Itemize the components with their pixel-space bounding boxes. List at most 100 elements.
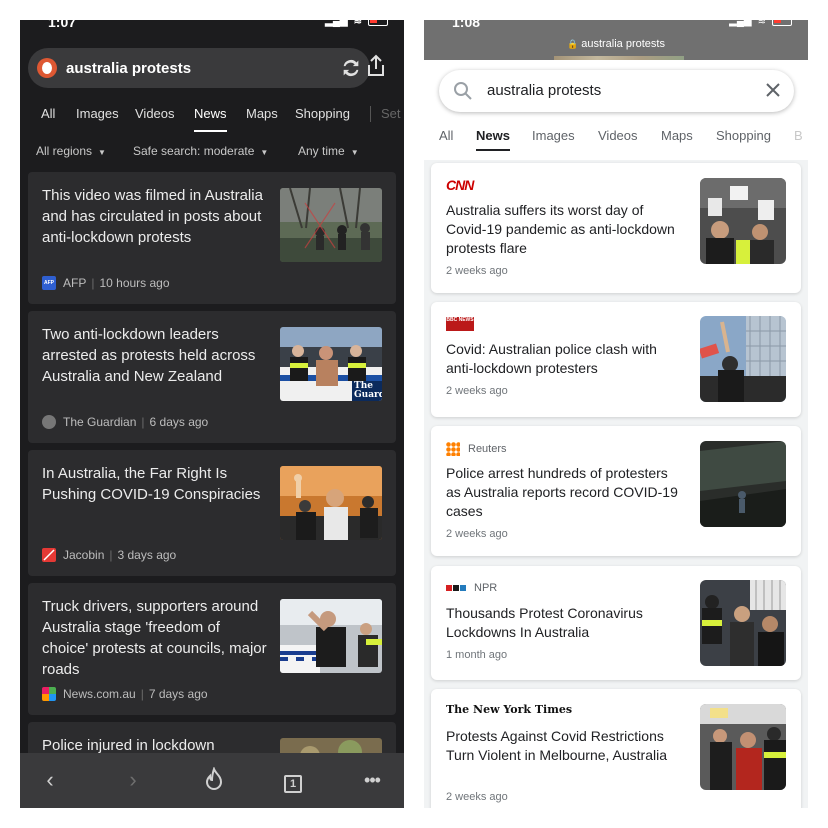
tab-count: 1 <box>284 775 302 793</box>
news-result[interactable]: CNN Australia suffers its worst day of C… <box>431 163 801 293</box>
result-time: 7 days ago <box>148 687 208 701</box>
share-icon[interactable] <box>365 54 387 78</box>
result-title[interactable]: Thousands Protest Coronavirus Lockdowns … <box>446 604 686 642</box>
filter-regions[interactable]: All regions ▼ <box>36 144 106 158</box>
result-thumbnail[interactable] <box>700 704 786 790</box>
result-time: 2 weeks ago <box>446 528 508 540</box>
tab-images[interactable]: Images <box>532 128 575 143</box>
result-time: 2 weeks ago <box>446 791 508 803</box>
news-result[interactable]: Reuters Police arrest hundreds of protes… <box>431 426 801 556</box>
result-time: 10 hours ago <box>99 276 170 290</box>
status-icons: ▂▄▆ ≋ <box>729 20 792 27</box>
wifi-icon: ≋ <box>757 20 766 27</box>
tab-all[interactable]: All <box>41 106 55 121</box>
clear-icon[interactable] <box>764 81 782 99</box>
result-thumbnail[interactable] <box>700 316 786 402</box>
news-result[interactable]: NPR Thousands Protest Coronavirus Lockdo… <box>431 566 801 680</box>
result-thumbnail[interactable] <box>280 599 382 673</box>
result-title[interactable]: Police arrest hundreds of protesters as … <box>446 464 686 521</box>
result-meta: News.com.au | 7 days ago <box>42 687 208 701</box>
status-icons: ▂▄▆ ≋ <box>325 20 388 27</box>
tab-videos[interactable]: Videos <box>135 106 175 121</box>
result-source: News.com.au <box>63 687 136 701</box>
ddg-phone: 1:07 ▂▄▆ ≋ australia protests All Images… <box>20 20 404 808</box>
filter-time-label: Any time <box>298 144 345 158</box>
tab-videos[interactable]: Videos <box>598 128 638 143</box>
news-result[interactable]: Two anti-lockdown leaders arrested as pr… <box>28 311 396 443</box>
tab-shopping[interactable]: Shopping <box>716 128 771 143</box>
signal-icon: ▂▄▆ <box>729 20 752 27</box>
result-source: CNN <box>446 177 474 193</box>
tab-books[interactable]: B <box>794 128 803 143</box>
tab-images[interactable]: Images <box>76 106 119 121</box>
result-time: 2 weeks ago <box>446 265 508 277</box>
news-result[interactable]: Truck drivers, supporters around Austral… <box>28 583 396 715</box>
tabs-icon[interactable]: 1 <box>280 767 306 793</box>
search-input[interactable]: australia protests <box>487 82 601 99</box>
guardian-thumb-text: The Guard <box>354 381 382 400</box>
reload-icon[interactable] <box>340 57 362 79</box>
result-title[interactable]: This video was filmed in Australia and h… <box>42 185 268 248</box>
result-thumbnail[interactable] <box>280 466 382 540</box>
status-time: 1:08 <box>452 20 481 30</box>
result-thumbnail[interactable] <box>700 441 786 527</box>
tab-divider <box>370 106 371 122</box>
result-title[interactable]: Australia suffers its worst day of Covid… <box>446 201 686 258</box>
result-title[interactable]: In Australia, the Far Right Is Pushing C… <box>42 463 268 505</box>
meta-separator: | <box>91 276 95 290</box>
filter-safe-search[interactable]: Safe search: moderate ▼ <box>133 144 268 158</box>
ddg-logo-icon <box>37 58 57 78</box>
result-source-label: Reuters <box>468 443 507 455</box>
result-source: Reuters <box>446 442 507 456</box>
news-result[interactable]: BBC NEWS Covid: Australian police clash … <box>431 302 801 417</box>
bbc-news-logo: BBC NEWS <box>446 317 474 331</box>
more-icon[interactable]: ••• <box>359 767 385 793</box>
screenshot-pair: 1:07 ▂▄▆ ≋ australia protests All Images… <box>0 0 828 828</box>
filter-time[interactable]: Any time ▼ <box>298 144 359 158</box>
result-meta: Jacobin | 3 days ago <box>42 548 176 562</box>
result-thumbnail[interactable]: The Guard <box>280 327 382 401</box>
google-phone: 1:08 ▂▄▆ ≋ 🔒 australia protests australia… <box>424 20 808 808</box>
search-bar[interactable]: australia protests <box>28 48 370 88</box>
result-time: 6 days ago <box>149 415 209 429</box>
result-source: The New York Times <box>446 703 572 716</box>
result-thumbnail[interactable] <box>700 178 786 264</box>
result-title[interactable]: Covid: Australian police clash with anti… <box>446 340 686 378</box>
fire-icon[interactable] <box>201 766 227 793</box>
meta-separator: | <box>109 548 113 562</box>
cnn-logo: CNN <box>446 177 474 193</box>
tab-maps[interactable]: Maps <box>246 106 278 121</box>
tab-shopping[interactable]: Shopping <box>295 106 350 121</box>
result-title[interactable]: Two anti-lockdown leaders arrested as pr… <box>42 324 268 387</box>
lock-icon: 🔒 <box>567 39 579 49</box>
result-title[interactable]: Truck drivers, supporters around Austral… <box>42 596 268 680</box>
forward-icon[interactable]: › <box>120 767 146 793</box>
caret-down-icon: ▼ <box>98 148 106 157</box>
search-input[interactable]: australia protests <box>66 60 191 77</box>
signal-icon: ▂▄▆ <box>325 20 348 27</box>
status-bar: 1:07 ▂▄▆ ≋ <box>20 20 404 44</box>
tab-news[interactable]: News <box>194 106 227 132</box>
search-icon[interactable] <box>453 81 473 101</box>
news-result[interactable]: In Australia, the Far Right Is Pushing C… <box>28 450 396 576</box>
tab-maps[interactable]: Maps <box>661 128 693 143</box>
news-result[interactable]: The New York Times Protests Against Covi… <box>431 689 801 808</box>
address-bar[interactable]: 🔒 australia protests <box>424 38 808 50</box>
guardian-logo-icon <box>42 415 56 429</box>
tab-news[interactable]: News <box>476 128 510 151</box>
result-thumbnail[interactable] <box>700 580 786 666</box>
back-icon[interactable]: ‹ <box>37 767 63 793</box>
npr-logo-icon <box>446 585 466 591</box>
battery-icon <box>772 20 792 26</box>
status-bar: 1:08 ▂▄▆ ≋ 🔒 australia protests <box>424 20 808 64</box>
caret-down-icon: ▼ <box>350 148 359 157</box>
nyt-logo: The New York Times <box>446 703 573 716</box>
result-source: The Guardian <box>63 415 137 429</box>
caret-down-icon: ▼ <box>260 148 269 157</box>
tab-settings[interactable]: Set <box>381 106 401 121</box>
search-box[interactable]: australia protests <box>439 70 794 112</box>
result-thumbnail[interactable] <box>280 188 382 262</box>
result-title[interactable]: Protests Against Covid Restrictions Turn… <box>446 727 686 765</box>
news-result[interactable]: This video was filmed in Australia and h… <box>28 172 396 304</box>
tab-all[interactable]: All <box>439 128 453 143</box>
